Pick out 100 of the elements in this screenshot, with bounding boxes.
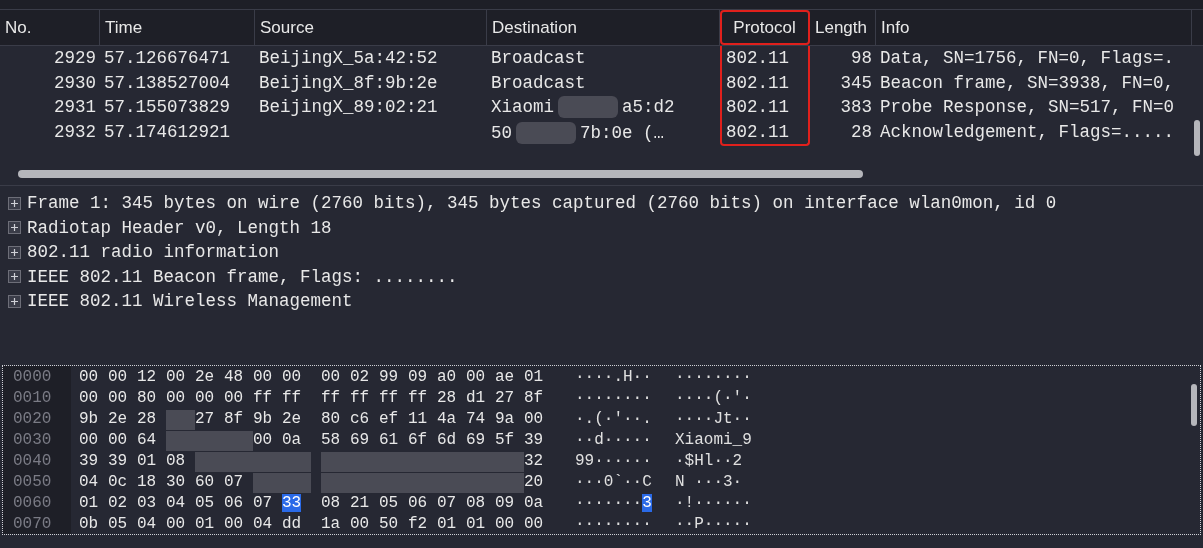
column-header[interactable]: Protocol <box>720 10 810 45</box>
hex-byte[interactable]: 04 <box>137 515 157 533</box>
hex-byte[interactable]: ff <box>282 389 302 407</box>
hex-byte[interactable]: 00 <box>195 389 215 407</box>
hex-byte[interactable]: 5f <box>495 431 515 449</box>
column-header[interactable]: Time <box>100 10 255 45</box>
hex-byte[interactable]: 05 <box>108 515 128 533</box>
hex-byte[interactable]: 21 <box>350 494 370 512</box>
hex-byte[interactable]: 0c <box>108 473 128 491</box>
hex-byte[interactable]: 02 <box>350 368 370 386</box>
hex-byte[interactable]: 00 <box>466 368 486 386</box>
hex-byte[interactable]: ff <box>350 389 370 407</box>
hex-byte[interactable]: ff <box>408 389 428 407</box>
hex-byte[interactable]: d1 <box>466 389 486 407</box>
hex-byte[interactable]: 27 <box>495 389 515 407</box>
hex-byte[interactable]: 07 <box>437 494 457 512</box>
horizontal-scrollbar[interactable] <box>18 170 863 178</box>
hex-byte[interactable]: 00 <box>350 515 370 533</box>
hex-byte[interactable]: 00 <box>166 389 186 407</box>
hex-byte[interactable]: 12 <box>137 368 157 386</box>
hex-byte[interactable]: 32 <box>524 452 544 470</box>
hex-byte[interactable]: 80 <box>137 389 157 407</box>
column-header[interactable]: No. <box>0 10 100 45</box>
tree-item[interactable]: Frame 1: 345 bytes on wire (2760 bits), 345 bytes captured (2760 bits) on interface wlan0mon, id 0 <box>27 191 1057 216</box>
hex-byte[interactable]: 9b <box>253 410 273 428</box>
hex-byte[interactable]: 4a <box>437 410 457 428</box>
hex-byte[interactable]: 01 <box>137 452 157 470</box>
hex-byte[interactable]: ff <box>253 389 273 407</box>
hex-byte[interactable]: 01 <box>524 368 544 386</box>
hex-byte[interactable]: 00 <box>166 515 186 533</box>
hex-byte[interactable]: c6 <box>350 410 370 428</box>
vertical-scrollbar[interactable] <box>1191 384 1197 426</box>
hex-byte[interactable]: ff <box>321 389 341 407</box>
expand-icon[interactable] <box>8 196 21 210</box>
hex-byte[interactable]: 00 <box>321 368 341 386</box>
tree-item[interactable]: 802.11 radio information <box>27 240 280 265</box>
hex-byte[interactable]: 08 <box>321 494 341 512</box>
hex-byte[interactable]: 05 <box>195 494 215 512</box>
hex-byte[interactable]: 00 <box>524 515 544 533</box>
hex-byte[interactable]: 00 <box>79 368 99 386</box>
hex-byte[interactable]: 99 <box>379 368 399 386</box>
hex-byte[interactable]: 39 <box>108 452 128 470</box>
hex-byte[interactable]: 30 <box>166 473 186 491</box>
hex-byte[interactable]: 9a <box>495 410 515 428</box>
hex-byte[interactable]: 69 <box>466 431 486 449</box>
hex-byte[interactable]: 8f <box>224 410 244 428</box>
hex-byte[interactable]: f2 <box>408 515 428 533</box>
expand-icon[interactable] <box>8 221 21 235</box>
hex-byte[interactable]: 2e <box>282 410 302 428</box>
hex-byte[interactable]: 06 <box>224 494 244 512</box>
hex-byte[interactable]: 28 <box>137 410 157 428</box>
hex-byte[interactable]: 02 <box>108 494 128 512</box>
hex-byte[interactable]: 60 <box>195 473 215 491</box>
expand-icon[interactable] <box>8 270 21 284</box>
hex-byte[interactable]: 00 <box>108 431 128 449</box>
hex-byte[interactable]: 69 <box>350 431 370 449</box>
hex-byte[interactable]: 08 <box>166 452 186 470</box>
expand-icon[interactable] <box>8 294 21 308</box>
hex-byte[interactable]: 18 <box>137 473 157 491</box>
hex-byte[interactable]: 0a <box>524 494 544 512</box>
hex-byte[interactable]: ae <box>495 368 515 386</box>
expand-icon[interactable] <box>8 245 21 259</box>
tree-item[interactable]: IEEE 802.11 Wireless Management <box>27 289 353 314</box>
hex-byte[interactable]: 03 <box>137 494 157 512</box>
hex-byte[interactable]: 6f <box>408 431 428 449</box>
hex-byte[interactable]: 48 <box>224 368 244 386</box>
hex-byte[interactable]: dd <box>282 515 302 533</box>
hex-byte[interactable]: 07 <box>253 494 273 512</box>
hex-byte[interactable]: 50 <box>379 515 399 533</box>
hex-byte[interactable]: 9b <box>79 410 99 428</box>
hex-byte[interactable]: 00 <box>108 368 128 386</box>
hex-byte[interactable]: 01 <box>466 515 486 533</box>
hex-byte[interactable]: 05 <box>379 494 399 512</box>
hex-byte[interactable]: 00 <box>495 515 515 533</box>
hex-byte[interactable]: 2e <box>195 368 215 386</box>
hex-byte[interactable]: 0b <box>79 515 99 533</box>
hex-byte[interactable]: 64 <box>137 431 157 449</box>
hex-byte[interactable]: 74 <box>466 410 486 428</box>
hex-byte[interactable]: 11 <box>408 410 428 428</box>
column-header[interactable]: Source <box>255 10 487 45</box>
hex-byte[interactable]: 1a <box>321 515 341 533</box>
hex-byte[interactable]: 09 <box>408 368 428 386</box>
hex-byte[interactable]: 00 <box>166 368 186 386</box>
hex-byte[interactable]: 09 <box>495 494 515 512</box>
hex-byte[interactable]: 28 <box>437 389 457 407</box>
hex-byte[interactable]: 04 <box>79 473 99 491</box>
hex-byte[interactable]: 01 <box>195 515 215 533</box>
hex-byte[interactable]: 2e <box>108 410 128 428</box>
hex-byte[interactable]: 01 <box>437 515 457 533</box>
hex-byte[interactable]: 80 <box>321 410 341 428</box>
hex-byte[interactable]: 08 <box>466 494 486 512</box>
hex-byte[interactable]: 04 <box>166 494 186 512</box>
hex-byte[interactable]: 00 <box>253 368 273 386</box>
hex-byte[interactable]: 00 <box>108 389 128 407</box>
hex-byte[interactable]: 00 <box>79 389 99 407</box>
hex-byte[interactable]: a0 <box>437 368 457 386</box>
hex-byte[interactable]: 27 <box>195 410 215 428</box>
tree-item[interactable]: Radiotap Header v0, Length 18 <box>27 215 332 240</box>
column-header[interactable]: Destination <box>487 10 720 45</box>
hex-byte[interactable]: 04 <box>253 515 273 533</box>
